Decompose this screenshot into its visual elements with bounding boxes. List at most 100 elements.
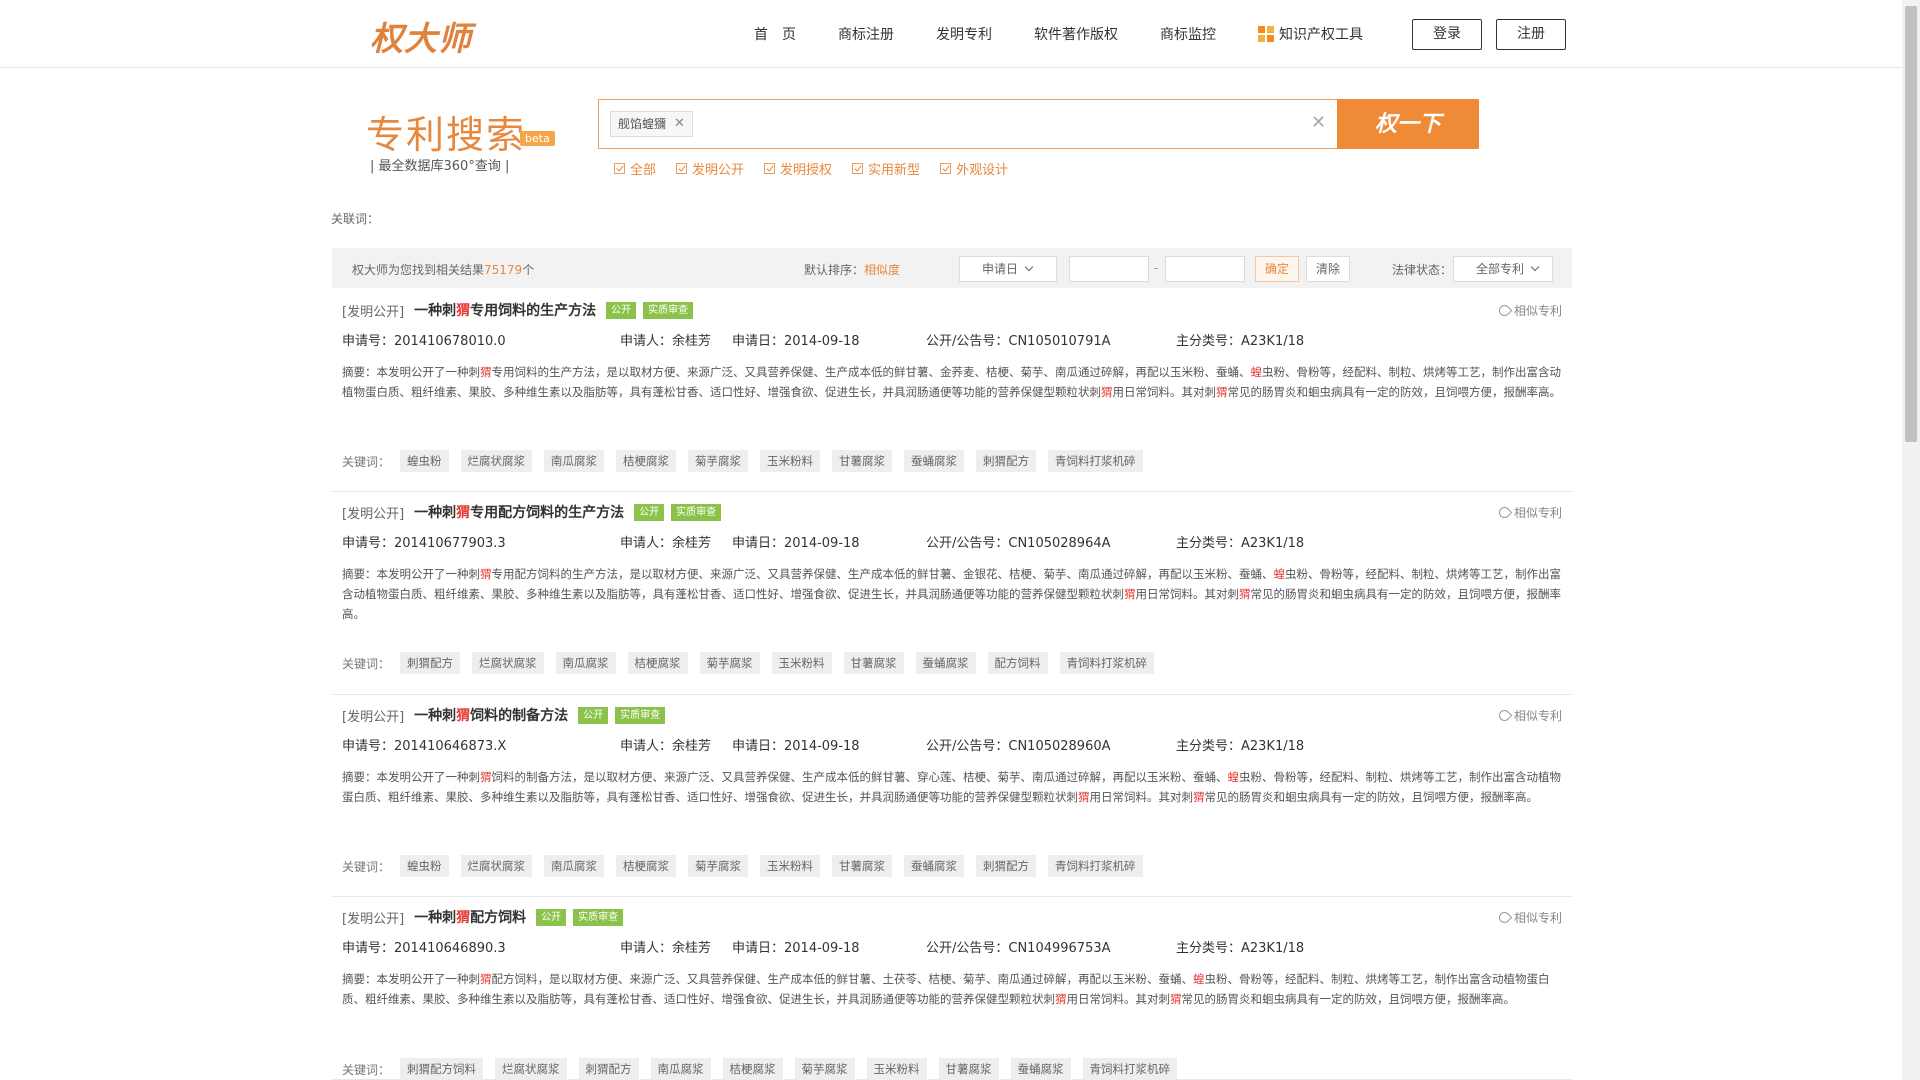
clear-button[interactable]: 清除 bbox=[1306, 256, 1350, 282]
site-logo[interactable]: 权大师 bbox=[370, 12, 472, 60]
filter-design[interactable]: 外观设计 bbox=[940, 159, 1008, 178]
nav-trademark-monitor[interactable]: 商标监控 bbox=[1160, 24, 1216, 44]
keyword-tag[interactable]: 南瓜腐浆 bbox=[544, 855, 604, 877]
result-toolbar: 权大师为您找到相关结果75179个 默认排序：相似度 申请日 - 确定 清除 法… bbox=[332, 248, 1572, 288]
date-end-input[interactable] bbox=[1165, 256, 1245, 282]
keyword-tag[interactable]: 蚕蛹腐浆 bbox=[904, 450, 964, 472]
application-date: 申请日：2014-09-18 bbox=[732, 330, 860, 349]
keyword-tag[interactable]: 蝗虫粉 bbox=[400, 450, 449, 472]
filter-label: 实用新型 bbox=[868, 159, 920, 178]
keyword-tag[interactable]: 青饲料打浆机碎 bbox=[1060, 652, 1155, 674]
keyword-tag[interactable]: 玉米粉料 bbox=[867, 1058, 927, 1080]
date-start-input[interactable] bbox=[1069, 256, 1149, 282]
legal-status-select[interactable]: 全部专利 bbox=[1453, 256, 1553, 282]
filter-invention-publication[interactable]: 发明公开 bbox=[676, 159, 744, 178]
patent-title-link[interactable]: 一种刺猬专用配方饲料的生产方法 bbox=[414, 502, 624, 522]
patent-type-filters: 全部 发明公开 发明授权 实用新型 外观设计 bbox=[614, 159, 1008, 178]
keyword-tag[interactable]: 南瓜腐浆 bbox=[651, 1058, 711, 1080]
keyword-tag[interactable]: 菊芋腐浆 bbox=[795, 1058, 855, 1080]
keyword-tag[interactable]: 蚕蛹腐浆 bbox=[1011, 1058, 1071, 1080]
clear-search-icon[interactable]: ✕ bbox=[1311, 112, 1326, 133]
keyword-tag[interactable]: 刺猬配方 bbox=[976, 450, 1036, 472]
similar-patents-link[interactable]: 相似专利 bbox=[1499, 909, 1562, 926]
status-badge-exam: 实质审查 bbox=[573, 909, 623, 926]
keyword-tag[interactable]: 烂腐状腐浆 bbox=[461, 450, 533, 472]
grid-icon bbox=[1258, 26, 1274, 42]
filter-utility-model[interactable]: 实用新型 bbox=[852, 159, 920, 178]
keyword-tag[interactable]: 甘薯腐浆 bbox=[832, 450, 892, 472]
keyword-tag[interactable]: 蚕蛹腐浆 bbox=[904, 855, 964, 877]
patent-type: [发明公开] bbox=[342, 706, 404, 725]
date-type-select[interactable]: 申请日 bbox=[959, 256, 1057, 282]
keyword-tag[interactable]: 菊芋腐浆 bbox=[688, 855, 748, 877]
keyword-tag[interactable]: 玉米粉料 bbox=[772, 652, 832, 674]
filter-label: 全部 bbox=[630, 159, 656, 178]
checkbox-icon bbox=[940, 163, 951, 174]
filter-all[interactable]: 全部 bbox=[614, 159, 656, 178]
keyword-tag[interactable]: 桔梗腐浆 bbox=[723, 1058, 783, 1080]
keyword-tag[interactable]: 玉米粉料 bbox=[760, 855, 820, 877]
keyword-tag[interactable]: 蚕蛹腐浆 bbox=[916, 652, 976, 674]
keyword-tag[interactable]: 蝗虫粉 bbox=[400, 855, 449, 877]
keyword-tag[interactable]: 烂腐状腐浆 bbox=[472, 652, 544, 674]
keyword-tag[interactable]: 刺猬配方饲料 bbox=[400, 1058, 483, 1080]
patent-title-link[interactable]: 一种刺猬饲料的制备方法 bbox=[414, 705, 568, 725]
keyword-tag[interactable]: 甘薯腐浆 bbox=[844, 652, 904, 674]
keyword-tag[interactable]: 甘薯腐浆 bbox=[832, 855, 892, 877]
main-class-number: 主分类号：A23K1/18 bbox=[1176, 937, 1304, 956]
keyword-tag[interactable]: 烂腐状腐浆 bbox=[495, 1058, 567, 1080]
search-button[interactable]: 权一下 bbox=[1337, 99, 1479, 149]
keyword-list: 关键词：刺猬配方烂腐状腐浆南瓜腐浆桔梗腐浆菊芋腐浆玉米粉料甘薯腐浆蚕蛹腐浆配方饲… bbox=[342, 652, 1166, 674]
keyword-tag[interactable]: 南瓜腐浆 bbox=[556, 652, 616, 674]
keyword-tag[interactable]: 桔梗腐浆 bbox=[628, 652, 688, 674]
chip-label: 舰馅蝗獼 bbox=[618, 112, 666, 136]
similar-patents-link[interactable]: 相似专利 bbox=[1499, 707, 1562, 724]
scrollbar-thumb[interactable] bbox=[1905, 6, 1917, 442]
keyword-tag[interactable]: 烂腐状腐浆 bbox=[461, 855, 533, 877]
patent-abstract: 摘要：本发明公开了一种刺猬专用饲料的生产方法，是以取材方便、来源广泛、又具营养保… bbox=[342, 362, 1564, 402]
keyword-tag[interactable]: 青饲料打浆机碎 bbox=[1048, 450, 1143, 472]
nav-invention-patent[interactable]: 发明专利 bbox=[936, 24, 992, 44]
keyword-tag[interactable]: 刺猬配方 bbox=[976, 855, 1036, 877]
keyword-tag[interactable]: 菊芋腐浆 bbox=[688, 450, 748, 472]
login-button[interactable]: 登录 bbox=[1412, 19, 1482, 50]
patent-type: [发明公开] bbox=[342, 503, 404, 522]
keyword-tag[interactable]: 青饲料打浆机碎 bbox=[1048, 855, 1143, 877]
sort-by-similarity[interactable]: 相似度 bbox=[864, 263, 900, 277]
page-scrollbar[interactable] bbox=[1902, 0, 1920, 1080]
patent-title-link[interactable]: 一种刺猬配方饲料 bbox=[414, 907, 526, 927]
keyword-tag[interactable]: 玉米粉料 bbox=[760, 450, 820, 472]
result-item: [发明公开]一种刺猬配方饲料公开实质审查相似专利申请号：201410646890… bbox=[332, 897, 1572, 1080]
main-class-number: 主分类号：A23K1/18 bbox=[1176, 735, 1304, 754]
nav-home[interactable]: 首 页 bbox=[754, 24, 796, 44]
keyword-tag[interactable]: 南瓜腐浆 bbox=[544, 450, 604, 472]
register-button[interactable]: 注册 bbox=[1496, 19, 1566, 50]
nav-trademark-register[interactable]: 商标注册 bbox=[838, 24, 894, 44]
similar-patents-link[interactable]: 相似专利 bbox=[1499, 504, 1562, 521]
patent-type: [发明公开] bbox=[342, 301, 404, 320]
chip-remove-icon[interactable]: ✕ bbox=[674, 112, 685, 136]
keyword-tag[interactable]: 菊芋腐浆 bbox=[700, 652, 760, 674]
keyword-list: 关键词：蝗虫粉烂腐状腐浆南瓜腐浆桔梗腐浆菊芋腐浆玉米粉料甘薯腐浆蚕蛹腐浆刺猬配方… bbox=[342, 855, 1155, 877]
result-header: [发明公开]一种刺猬饲料的制备方法公开实质审查 bbox=[342, 705, 672, 725]
checkbox-icon bbox=[614, 163, 625, 174]
search-input[interactable]: 舰馅蝗獼 ✕ ✕ 权一下 bbox=[598, 99, 1479, 149]
keyword-tag[interactable]: 桔梗腐浆 bbox=[616, 855, 676, 877]
keyword-tag[interactable]: 甘薯腐浆 bbox=[939, 1058, 999, 1080]
patent-title-link[interactable]: 一种刺猬专用饲料的生产方法 bbox=[414, 300, 596, 320]
keyword-tag[interactable]: 刺猬配方 bbox=[579, 1058, 639, 1080]
keyword-list: 关键词：蝗虫粉烂腐状腐浆南瓜腐浆桔梗腐浆菊芋腐浆玉米粉料甘薯腐浆蚕蛹腐浆刺猬配方… bbox=[342, 450, 1155, 472]
search-keyword-chip[interactable]: 舰馅蝗獼 ✕ bbox=[610, 111, 693, 137]
keyword-tag[interactable]: 青饲料打浆机碎 bbox=[1083, 1058, 1178, 1080]
similar-patents-link[interactable]: 相似专利 bbox=[1499, 302, 1562, 319]
nav-software-copyright[interactable]: 软件著作版权 bbox=[1034, 24, 1118, 44]
confirm-button[interactable]: 确定 bbox=[1255, 256, 1299, 282]
status-badge-public: 公开 bbox=[536, 909, 566, 926]
patent-type: [发明公开] bbox=[342, 908, 404, 927]
keyword-tag[interactable]: 桔梗腐浆 bbox=[616, 450, 676, 472]
filter-invention-grant[interactable]: 发明授权 bbox=[764, 159, 832, 178]
keyword-tag[interactable]: 刺猬配方 bbox=[400, 652, 460, 674]
nav-ip-tools[interactable]: 知识产权工具 bbox=[1258, 24, 1363, 44]
keyword-tag[interactable]: 配方饲料 bbox=[988, 652, 1048, 674]
result-item: [发明公开]一种刺猬专用配方饲料的生产方法公开实质审查相似专利申请号：20141… bbox=[332, 492, 1572, 695]
